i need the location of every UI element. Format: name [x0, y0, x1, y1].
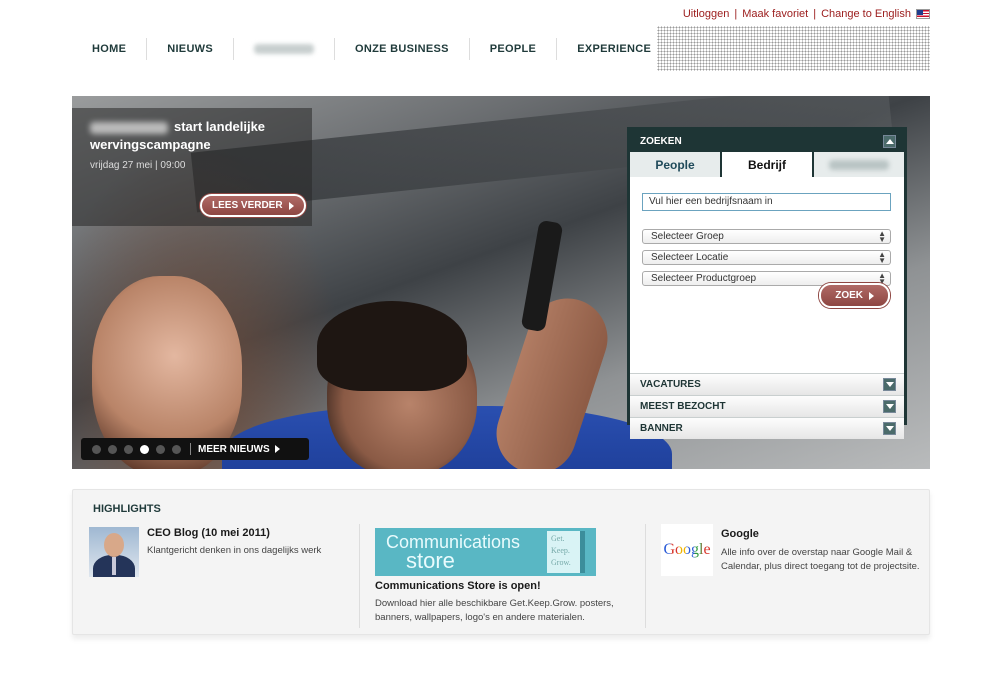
tab-people[interactable]: People	[630, 152, 720, 177]
redacted-name	[90, 121, 168, 134]
nav-home[interactable]: HOME	[72, 38, 146, 60]
news-title-line1: start landelijke	[174, 119, 266, 134]
communications-store-banner[interactable]: Communications store Get. Keep. Grow.	[375, 528, 596, 576]
accordion-label: BANNER	[640, 423, 683, 434]
nav-onze-business[interactable]: ONZE BUSINESS	[334, 38, 469, 60]
nav-people[interactable]: PEOPLE	[468, 38, 556, 60]
box-line: Keep.	[551, 546, 570, 555]
blog-text: Klantgericht denken in ons dagelijks wer…	[147, 545, 322, 556]
read-more-label: LEES VERDER	[212, 200, 283, 211]
productgroup-select-value: Selecteer Productgroep	[651, 272, 757, 284]
group-select[interactable]: Selecteer Groep ▲ ▼	[642, 228, 891, 244]
box-line: Get.	[551, 534, 565, 543]
highlights-section: HIGHLIGHTS CEO Blog (10 mei 2011) Klantg…	[72, 489, 930, 635]
search-button-label: ZOEK	[835, 290, 863, 301]
search-button[interactable]: ZOEK	[819, 283, 890, 308]
search-tabs: People Bedrijf	[630, 152, 904, 177]
header-pattern	[657, 26, 930, 71]
arrow-right-icon	[288, 201, 294, 210]
redacted-label	[829, 159, 889, 170]
search-panel-title: ZOEKEN	[640, 135, 682, 147]
tab-redacted[interactable]	[814, 152, 904, 177]
us-flag-icon[interactable]	[916, 9, 930, 19]
chevron-down-icon	[885, 382, 894, 387]
store-banner-line2: store	[406, 548, 455, 573]
chevron-up-icon	[885, 138, 894, 144]
accordion-meest-bezocht[interactable]: MEEST BEZOCHT	[630, 395, 904, 417]
company-name-input[interactable]	[642, 192, 891, 211]
collapse-toggle[interactable]	[883, 134, 896, 148]
favorite-link[interactable]: Maak favoriet	[742, 8, 808, 20]
news-date: vrijdag 27 mei | 09:00	[90, 160, 186, 171]
store-title[interactable]: Communications Store is open!	[375, 580, 645, 592]
main-nav: HOME NIEUWS ONZE BUSINESS PEOPLE EXPERIE…	[72, 38, 671, 60]
chevron-down-icon	[885, 426, 894, 431]
slide-dot[interactable]	[108, 444, 117, 454]
highlight-blog: CEO Blog (10 mei 2011) Klantgericht denk…	[89, 524, 359, 628]
search-panel: ZOEKEN People Bedrijf Selecteer Groep ▲▼ …	[627, 127, 907, 439]
google-logo[interactable]: Google	[661, 524, 713, 576]
highlight-google: Google Google Alle info over de overstap…	[645, 524, 929, 628]
arrow-right-icon	[869, 291, 874, 300]
more-news-label: MEER NIEUWS	[198, 443, 270, 455]
box-line: Grow.	[551, 558, 571, 567]
tab-bedrijf[interactable]: Bedrijf	[722, 152, 812, 177]
more-news-link[interactable]: MEER NIEUWS	[198, 444, 280, 455]
google-text: Alle info over de overstap naar Google M…	[721, 547, 920, 572]
location-select-value: Selecteer Locatie	[651, 251, 729, 263]
separator: |	[813, 8, 817, 20]
ceo-avatar[interactable]	[89, 527, 139, 577]
google-title[interactable]: Google	[721, 528, 759, 540]
expand-toggle[interactable]	[883, 422, 896, 435]
arrow-right-icon	[274, 445, 280, 453]
search-form: Selecteer Groep ▲▼ Selecteer Locatie ▲▼ Se…	[630, 177, 904, 373]
avatar-face	[104, 533, 124, 557]
language-link[interactable]: Change to English	[821, 8, 911, 20]
accordion-label: VACATURES	[640, 379, 701, 390]
location-select[interactable]: Selecteer Locatie ▲ ▼	[642, 249, 891, 265]
slide-dot[interactable]	[156, 444, 165, 454]
hero-photo-hair	[317, 301, 467, 391]
select-arrows-icon: ▲ ▼	[878, 228, 886, 244]
nav-nieuws[interactable]: NIEUWS	[146, 38, 233, 60]
slide-dot-active[interactable]	[140, 444, 149, 454]
logout-link[interactable]: Uitloggen	[683, 8, 729, 20]
google-logo-text: Google	[663, 541, 711, 558]
news-title: start landelijke wervingscampagne	[90, 118, 294, 154]
nav-redacted[interactable]	[233, 38, 334, 60]
expand-toggle[interactable]	[883, 378, 896, 391]
chevron-down-icon	[885, 404, 894, 409]
utility-links: Uitloggen | Maak favoriet | Change to En…	[683, 8, 930, 20]
accordion-label: MEEST BEZOCHT	[640, 401, 726, 412]
slide-dot[interactable]	[172, 444, 181, 454]
nav-experience[interactable]: EXPERIENCE	[556, 38, 671, 60]
select-arrows-icon: ▲ ▼	[878, 249, 886, 265]
redacted-label	[254, 44, 315, 55]
news-title-line2: wervingscampagne	[90, 137, 211, 152]
separator: |	[734, 8, 738, 20]
avatar-tie	[112, 557, 116, 575]
blog-title[interactable]: CEO Blog (10 mei 2011)	[147, 527, 270, 539]
accordion-banner[interactable]: BANNER	[630, 417, 904, 439]
highlight-store: Communications store Get. Keep. Grow. Co…	[359, 524, 645, 628]
pager-divider	[190, 443, 191, 455]
highlights-heading: HIGHLIGHTS	[93, 503, 161, 515]
slide-pager: MEER NIEUWS	[81, 438, 309, 460]
slide-dot[interactable]	[92, 444, 101, 454]
store-text: Download hier alle beschikbare Get.Keep.…	[375, 598, 614, 623]
get-keep-grow-box: Get. Keep. Grow.	[547, 531, 585, 573]
news-overlay: start landelijke wervingscampagne vrijda…	[72, 108, 312, 226]
read-more-button[interactable]: LEES VERDER	[200, 194, 306, 217]
accordion-vacatures[interactable]: VACATURES	[630, 373, 904, 395]
search-panel-header: ZOEKEN	[630, 130, 904, 152]
group-select-value: Selecteer Groep	[651, 230, 724, 242]
expand-toggle[interactable]	[883, 400, 896, 413]
slide-dot[interactable]	[124, 444, 133, 454]
